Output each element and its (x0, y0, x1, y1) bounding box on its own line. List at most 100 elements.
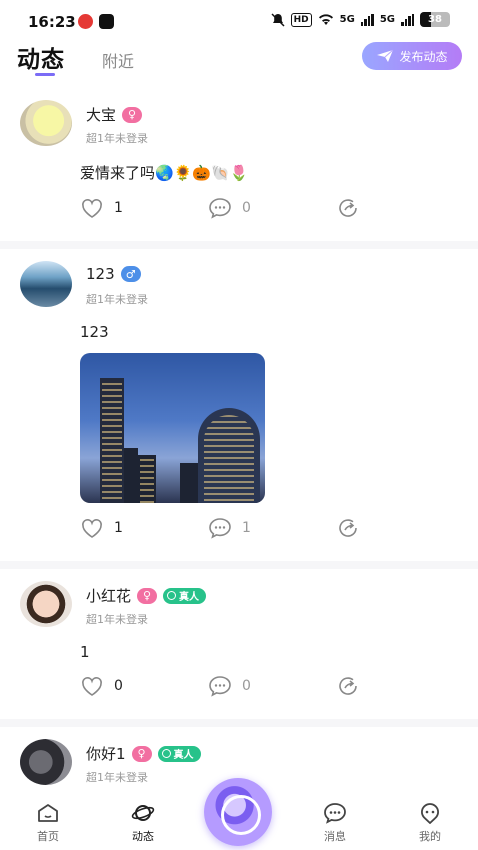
comment-button[interactable]: 0 (208, 675, 251, 697)
network-type-2: 5G (379, 14, 395, 25)
male-gender-icon: ♂ (120, 266, 141, 282)
share-button[interactable] (336, 197, 360, 219)
post-actions: 1 1 (0, 513, 478, 547)
tab-nearby[interactable]: 附近 (102, 48, 134, 72)
moments-feed[interactable]: 大宝 ♀ 超1年未登录 爱情来了吗🌏🌻🎃🐚🌷 1 0 123 ♂ 超1年未登录 … (0, 88, 478, 792)
bottom-nav: 首页 动态 消息 我的 (0, 778, 478, 850)
female-gender-icon: ♀ (137, 587, 158, 604)
post-content: 爱情来了吗🌏🌻🎃🐚🌷 (80, 164, 249, 182)
tab-underline (35, 73, 55, 76)
avatar[interactable] (20, 581, 72, 627)
last-login-text: 超1年未登录 (86, 132, 148, 145)
hd-badge: HD (290, 12, 312, 27)
home-icon (38, 804, 58, 822)
tiktok-icon (99, 14, 114, 29)
post-content: 123 (80, 323, 109, 341)
share-button[interactable] (336, 675, 360, 697)
tab-moments[interactable]: 动态 (17, 40, 65, 74)
post-content: 1 (80, 643, 90, 661)
comment-button[interactable]: 0 (208, 197, 251, 219)
user-name[interactable]: 小红花 (86, 585, 131, 606)
share-icon (339, 677, 357, 695)
notification-icons (78, 14, 114, 29)
heart-icon (82, 199, 102, 218)
app-notification-icon (78, 14, 93, 29)
verified-label: 真人 (173, 750, 194, 761)
user-name[interactable]: 123 (86, 265, 115, 283)
nav-home[interactable]: 首页 (18, 802, 78, 844)
heart-icon (82, 677, 102, 696)
comment-count: 1 (242, 520, 251, 536)
post-card[interactable]: 123 ♂ 超1年未登录 123 1 1 (0, 249, 478, 569)
like-button[interactable]: 1 (80, 197, 123, 219)
nav-home-label: 首页 (37, 830, 59, 843)
post-photo[interactable] (80, 353, 265, 503)
signal-icon-1 (360, 13, 374, 26)
publish-post-button[interactable]: 发布动态 (362, 42, 462, 70)
nav-moments[interactable]: 动态 (113, 802, 173, 844)
female-gender-icon: ♀ (122, 106, 143, 123)
planet-icon (131, 805, 155, 821)
name-row: 123 ♂ (86, 265, 141, 283)
post-header: 小红花 ♀ 真人 超1年未登录 (0, 581, 478, 631)
network-type-1: 5G (339, 14, 355, 25)
comment-icon (209, 198, 231, 219)
name-row: 你好1 ♀ 真人 (86, 743, 201, 764)
comment-icon (209, 518, 231, 539)
paper-plane-icon (377, 49, 394, 62)
share-icon (339, 519, 357, 537)
profile-icon (421, 803, 439, 824)
comment-icon (209, 676, 231, 697)
status-bar: 16:23 HD 5G 5G 38 (0, 0, 478, 40)
like-count: 1 (114, 200, 123, 216)
nav-profile-label: 我的 (419, 830, 441, 843)
like-count: 1 (114, 520, 123, 536)
user-name[interactable]: 你好1 (86, 743, 126, 764)
post-actions: 1 0 (0, 193, 478, 227)
nav-moments-label: 动态 (132, 830, 154, 843)
like-count: 0 (114, 678, 123, 694)
verified-icon (167, 591, 177, 600)
status-right: HD 5G 5G 38 (271, 12, 450, 27)
share-icon (339, 199, 357, 217)
avatar[interactable] (20, 100, 72, 146)
user-name[interactable]: 大宝 (86, 104, 116, 125)
post-card[interactable]: 小红花 ♀ 真人 超1年未登录 1 0 0 (0, 569, 478, 727)
last-login-text: 超1年未登录 (86, 771, 148, 784)
battery-level: 38 (428, 14, 442, 25)
name-row: 小红花 ♀ 真人 (86, 585, 207, 606)
last-login-text: 超1年未登录 (86, 293, 148, 306)
status-time: 16:23 (28, 13, 76, 31)
nav-profile[interactable]: 我的 (400, 802, 460, 844)
avatar[interactable] (20, 739, 72, 785)
message-icon (324, 803, 346, 824)
last-login-text: 超1年未登录 (86, 613, 148, 626)
post-header: 大宝 ♀ 超1年未登录 (0, 100, 478, 150)
comment-button[interactable]: 1 (208, 517, 251, 539)
nav-messages[interactable]: 消息 (305, 802, 365, 844)
publish-label: 发布动态 (399, 49, 448, 64)
post-card[interactable]: 大宝 ♀ 超1年未登录 爱情来了吗🌏🌻🎃🐚🌷 1 0 (0, 88, 478, 249)
verified-label: 真人 (179, 592, 200, 603)
comment-count: 0 (242, 678, 251, 694)
share-button[interactable] (336, 517, 360, 539)
heart-icon (82, 519, 102, 538)
name-row: 大宝 ♀ (86, 104, 143, 125)
top-header: 动态 附近 发布动态 (0, 38, 478, 90)
verified-icon (161, 749, 171, 758)
like-button[interactable]: 1 (80, 517, 123, 539)
post-actions: 0 0 (0, 671, 478, 705)
verified-badge: 真人 (157, 745, 201, 762)
comment-count: 0 (242, 200, 251, 216)
battery-icon: 38 (420, 12, 450, 27)
like-button[interactable]: 0 (80, 675, 123, 697)
wifi-icon (318, 13, 333, 25)
signal-icon-2 (401, 13, 414, 26)
female-gender-icon: ♀ (131, 745, 152, 762)
mute-bell-icon (271, 12, 285, 27)
verified-badge: 真人 (163, 587, 207, 604)
avatar[interactable] (20, 261, 72, 307)
post-header: 123 ♂ 超1年未登录 (0, 261, 478, 311)
camera-lens-icon[interactable] (204, 778, 272, 846)
nav-messages-label: 消息 (324, 830, 346, 843)
